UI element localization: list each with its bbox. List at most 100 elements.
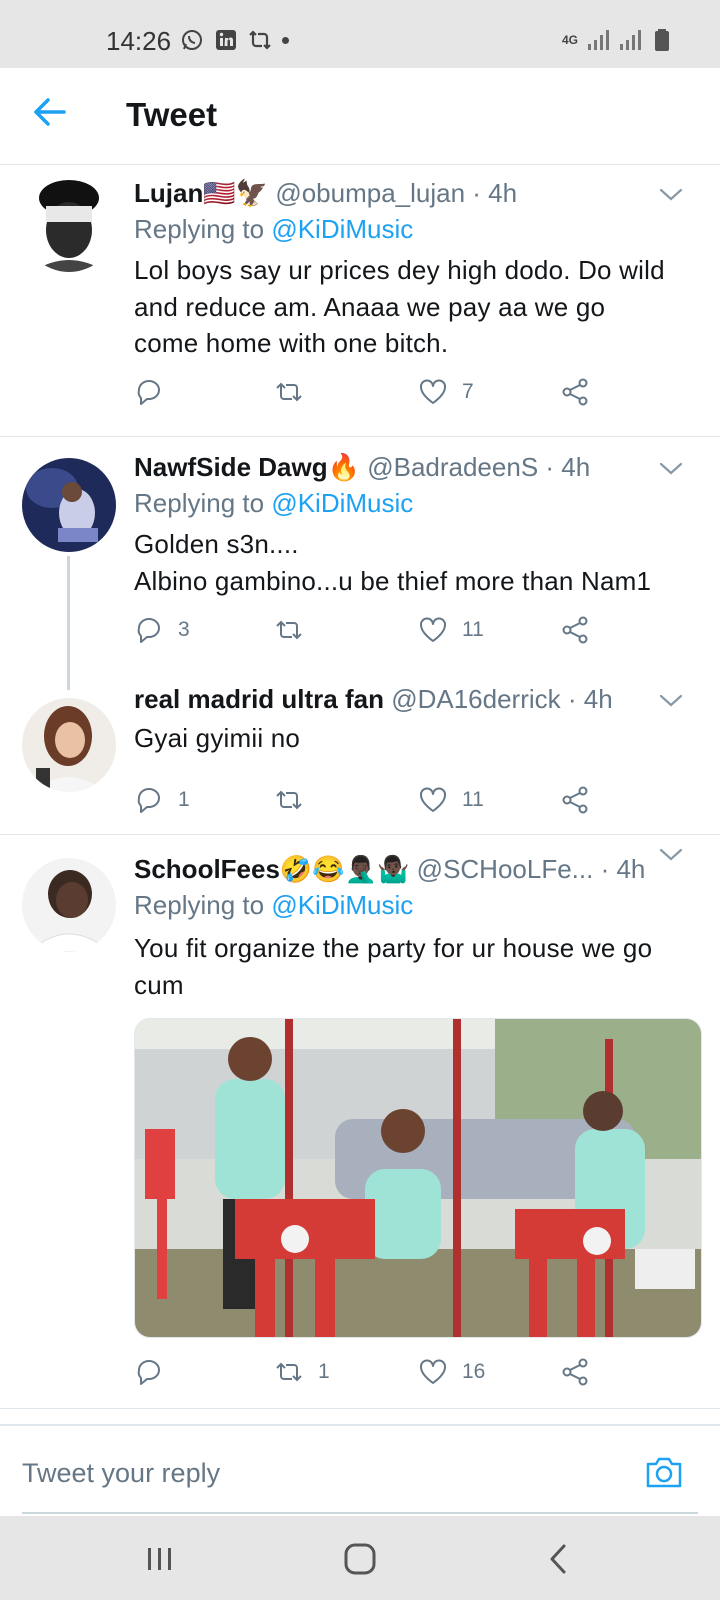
camera-icon xyxy=(646,1457,682,1488)
share-icon xyxy=(562,786,588,814)
like-icon xyxy=(420,379,446,404)
network-type: 4G xyxy=(562,32,579,47)
mention-link[interactable]: @KiDiMusic xyxy=(271,890,413,920)
reply-underline xyxy=(22,1512,698,1514)
more-notifications-dot xyxy=(282,36,289,44)
tweet-header: Lujan🇺🇸🦅 @obumpa_lujan · 4h xyxy=(134,178,690,214)
divider xyxy=(0,436,720,437)
battery-icon xyxy=(650,28,674,52)
display-name[interactable]: Lujan🇺🇸🦅 xyxy=(134,178,268,208)
tweet-header: real madrid ultra fan @DA16derrick · 4h xyxy=(134,684,690,720)
handle[interactable]: @DA16derrick xyxy=(391,684,560,714)
reply-icon xyxy=(137,788,160,813)
retweet-button[interactable] xyxy=(274,372,318,412)
reply-input[interactable] xyxy=(22,1458,582,1489)
tweet-actions: 7 xyxy=(134,372,634,412)
like-icon xyxy=(420,617,446,642)
status-time: 14:26 xyxy=(106,26,172,56)
page-title: Tweet xyxy=(126,96,218,133)
chevron-down-icon[interactable] xyxy=(658,186,684,204)
retweet-button[interactable]: 1 xyxy=(274,1352,330,1392)
tweet-actions: 1 11 xyxy=(134,780,634,820)
reply-icon xyxy=(137,380,160,405)
tweet-photo[interactable] xyxy=(134,1018,702,1338)
avatar[interactable] xyxy=(22,178,116,272)
share-button[interactable] xyxy=(560,1352,590,1392)
like-icon xyxy=(420,1359,446,1384)
like-icon xyxy=(420,787,446,812)
retweet-icon xyxy=(276,1362,302,1382)
timestamp: · 4h xyxy=(567,684,613,714)
reply-icon xyxy=(137,1360,160,1385)
retweet-button[interactable] xyxy=(274,780,318,820)
retweet-button[interactable] xyxy=(274,610,318,650)
signal-icon-2 xyxy=(618,28,642,52)
replying-to: Replying to @KiDiMusic xyxy=(134,214,414,244)
recent-apps-icon xyxy=(148,1548,171,1570)
chevron-down-icon[interactable] xyxy=(658,460,684,478)
tweet-actions: 3 11 xyxy=(134,610,634,650)
handle[interactable]: @BadradeenS xyxy=(367,452,538,482)
signal-icon xyxy=(586,28,610,52)
recent-apps-button[interactable] xyxy=(140,1542,180,1576)
share-button[interactable] xyxy=(560,610,590,650)
handle[interactable]: @SCHooLFe... xyxy=(417,854,594,884)
app-header: Tweet xyxy=(0,68,720,165)
reply-composer xyxy=(0,1424,720,1516)
tweet-text: You fit organize the party for ur house … xyxy=(134,933,653,1000)
mention-link[interactable]: @KiDiMusic xyxy=(271,214,413,244)
avatar[interactable] xyxy=(22,858,116,952)
tweet[interactable]: Lujan🇺🇸🦅 @obumpa_lujan · 4h Replying to … xyxy=(0,164,720,436)
home-button[interactable] xyxy=(340,1542,380,1576)
share-button[interactable] xyxy=(560,372,590,412)
camera-button[interactable] xyxy=(644,1454,684,1490)
timestamp: · 4h xyxy=(472,178,518,208)
tweet-actions: 1 16 xyxy=(134,1352,634,1392)
back-chevron-icon xyxy=(550,1544,566,1574)
share-icon xyxy=(562,378,588,406)
tweet-text: Lol boys say ur prices dey high dodo. Do… xyxy=(134,255,665,358)
avatar[interactable] xyxy=(22,698,116,792)
retweet-icon xyxy=(276,382,302,402)
back-button[interactable] xyxy=(30,92,70,132)
chevron-down-icon[interactable] xyxy=(658,692,684,710)
display-name[interactable]: NawfSide Dawg🔥 xyxy=(134,452,360,482)
reply-button[interactable] xyxy=(134,1352,178,1392)
timestamp: · 4h xyxy=(600,854,646,884)
timestamp: · 4h xyxy=(545,452,591,482)
avatar[interactable] xyxy=(22,458,116,552)
share-icon xyxy=(562,616,588,644)
display-name[interactable]: real madrid ultra fan xyxy=(134,684,384,714)
tweet-text: Golden s3n.... Albino gambino...u be thi… xyxy=(134,529,652,596)
replying-to: Replying to @KiDiMusic xyxy=(134,488,414,518)
tweet-header: NawfSide Dawg🔥 @BadradeenS · 4h xyxy=(134,452,690,488)
status-system-icons: 4G xyxy=(562,28,674,52)
like-button[interactable]: 11 xyxy=(418,780,484,820)
retweet-icon xyxy=(276,620,302,640)
home-icon xyxy=(344,1543,376,1575)
share-button[interactable] xyxy=(560,780,590,820)
tweet-header: SchoolFees🤣😂🤦🏿‍♂️🤷🏿‍♂️ @SCHooLFe... · 4h xyxy=(134,854,690,890)
mention-link[interactable]: @KiDiMusic xyxy=(271,488,413,518)
status-bar: 14:26 4G xyxy=(0,0,720,68)
whatsapp-icon xyxy=(180,28,204,52)
retweet-notification-icon xyxy=(248,28,272,52)
like-button[interactable]: 16 xyxy=(418,1352,485,1392)
chevron-down-icon[interactable] xyxy=(658,846,684,864)
like-button[interactable]: 11 xyxy=(418,610,484,650)
linkedin-icon xyxy=(214,28,238,52)
tweet-text: Gyai gyimii no xyxy=(134,723,301,753)
tweet[interactable]: real madrid ultra fan @DA16derrick · 4h … xyxy=(0,684,720,834)
reply-icon xyxy=(137,618,160,643)
reply-button[interactable]: 1 xyxy=(134,780,190,820)
tweet[interactable]: NawfSide Dawg🔥 @BadradeenS · 4h Replying… xyxy=(0,440,720,690)
like-button[interactable]: 7 xyxy=(418,372,474,412)
back-nav-button[interactable] xyxy=(540,1542,580,1576)
retweet-icon xyxy=(276,790,302,810)
reply-button[interactable] xyxy=(134,372,178,412)
display-name[interactable]: SchoolFees🤣😂🤦🏿‍♂️🤷🏿‍♂️ xyxy=(134,854,409,884)
replying-to: Replying to @KiDiMusic xyxy=(134,890,414,920)
handle[interactable]: @obumpa_lujan xyxy=(275,178,465,208)
divider xyxy=(0,834,720,835)
reply-button[interactable]: 3 xyxy=(134,610,190,650)
